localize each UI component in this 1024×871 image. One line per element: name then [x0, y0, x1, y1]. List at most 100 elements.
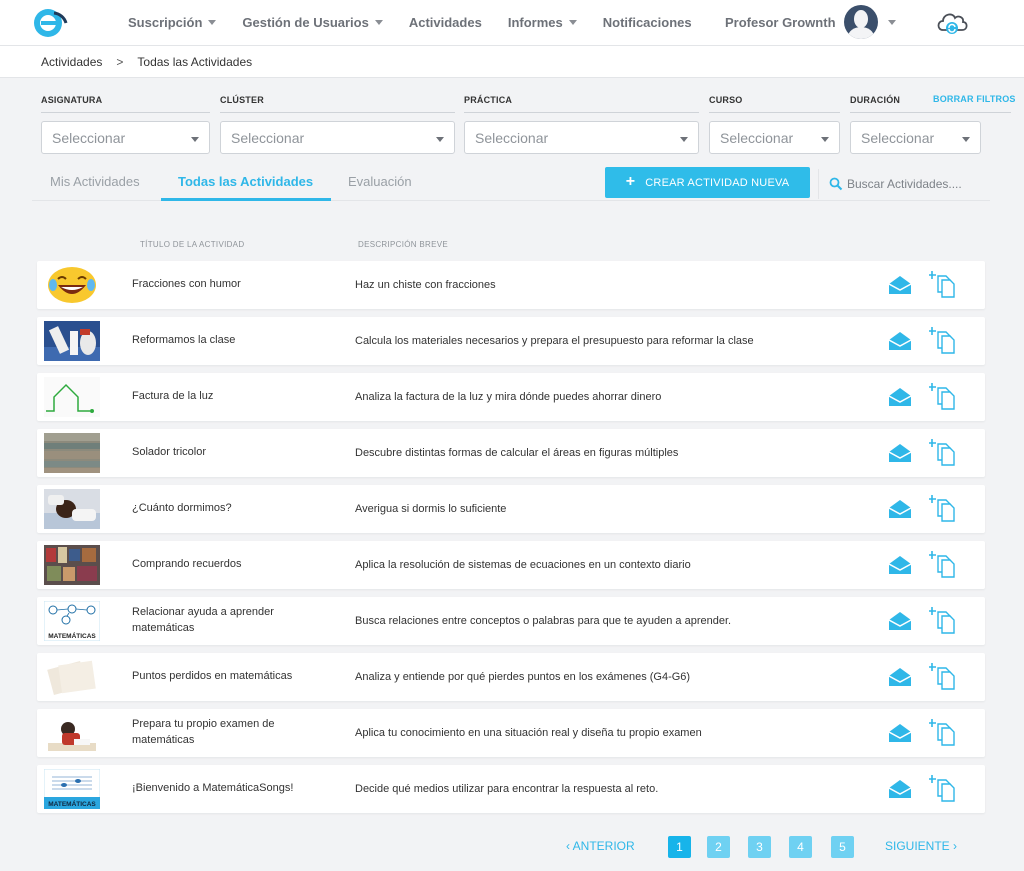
cluster-select[interactable]: Seleccionar: [220, 121, 455, 154]
duplicate-activity-icon[interactable]: [929, 494, 957, 522]
duplicate-activity-icon[interactable]: [929, 774, 957, 802]
chevron-down-icon: [962, 137, 970, 142]
nav-item-gestion-usuarios[interactable]: Gestión de Usuarios: [242, 15, 383, 30]
table-row[interactable]: MATEMÁTICAS Relacionar ayuda a aprender …: [37, 597, 985, 645]
page-button-2[interactable]: 2: [707, 836, 730, 858]
nav-item-suscripcion[interactable]: Suscripción: [128, 14, 217, 30]
table-row[interactable]: Puntos perdidos en matemáticas Analiza y…: [37, 653, 985, 701]
open-envelope-icon[interactable]: [888, 499, 912, 519]
activity-description: Descubre distintas formas de calcular el…: [355, 447, 679, 459]
duplicate-activity-icon[interactable]: [929, 606, 957, 634]
open-envelope-icon[interactable]: [888, 275, 912, 295]
duplicate-activity-icon[interactable]: [929, 662, 957, 690]
duplicate-activity-icon[interactable]: [929, 382, 957, 410]
search-icon: [829, 177, 843, 191]
top-navigation-bar: Suscripción Gestión de Usuarios Activida…: [0, 0, 1024, 46]
exam-papers-thumbnail: [44, 657, 100, 697]
duplicate-activity-icon[interactable]: [929, 270, 957, 298]
souvenirs-thumbnail: [44, 545, 100, 585]
activity-description: Busca relaciones entre conceptos o palab…: [355, 615, 732, 627]
select-value: Seleccionar: [231, 129, 305, 146]
breadcrumb-item-actividades[interactable]: Actividades: [41, 55, 102, 69]
duracion-select[interactable]: Seleccionar: [850, 121, 981, 154]
chevron-down-icon: [436, 137, 444, 142]
divider: [220, 112, 455, 113]
open-envelope-icon[interactable]: [888, 667, 912, 687]
tab-mis-actividades[interactable]: Mis Actividades: [50, 174, 140, 189]
laughing-emoji-thumbnail: [48, 267, 96, 303]
breadcrumb-separator: >: [116, 54, 124, 69]
duplicate-activity-icon[interactable]: [929, 326, 957, 354]
open-envelope-icon[interactable]: [888, 387, 912, 407]
nav-item-informes[interactable]: Informes: [508, 15, 577, 30]
breadcrumb: Actividades > Todas las Actividades: [0, 46, 1024, 78]
matematicas-diagram-thumbnail: MATEMÁTICAS: [44, 601, 100, 641]
duplicate-activity-icon[interactable]: [929, 718, 957, 746]
chevron-down-icon: [191, 137, 199, 142]
filter-label-curso: CURSO: [709, 95, 743, 105]
chevron-down-icon: [680, 137, 688, 142]
nav-item-notificaciones[interactable]: Notificaciones: [603, 15, 692, 30]
nav-label: Suscripción: [128, 14, 203, 30]
duplicate-activity-icon[interactable]: [929, 550, 957, 578]
open-envelope-icon[interactable]: [888, 443, 912, 463]
open-envelope-icon[interactable]: [888, 555, 912, 575]
table-row[interactable]: Reformamos la clase Calcula los material…: [37, 317, 985, 365]
pagination-next-button[interactable]: SIGUIENTE ›: [885, 839, 957, 853]
page-button-3[interactable]: 3: [748, 836, 771, 858]
table-row[interactable]: Prepara tu propio examen de matemáticas …: [37, 709, 985, 757]
practica-select[interactable]: Seleccionar: [464, 121, 699, 154]
activity-title: Relacionar ayuda a aprender matemáticas: [132, 606, 274, 634]
table-row[interactable]: Factura de la luz Analiza la factura de …: [37, 373, 985, 421]
sleeping-child-thumbnail: [44, 489, 100, 529]
plus-icon: +: [625, 172, 636, 190]
nav-label: Informes: [507, 14, 563, 30]
create-activity-button[interactable]: + CREAR ACTIVIDAD NUEVA: [605, 167, 810, 198]
logo-icon[interactable]: [32, 7, 68, 39]
tab-evaluacion[interactable]: Evaluación: [348, 174, 412, 189]
nav-label: Actividades: [408, 14, 482, 30]
page-button-1[interactable]: 1: [668, 836, 691, 858]
activity-list: Fracciones con humor Haz un chiste con f…: [37, 261, 985, 821]
create-activity-label: CREAR ACTIVIDAD NUEVA: [645, 176, 790, 189]
open-envelope-icon[interactable]: [888, 723, 912, 743]
page-button-4[interactable]: 4: [789, 836, 812, 858]
table-row[interactable]: ¿Cuánto dormimos? Averigua si dormis lo …: [37, 485, 985, 533]
active-tab-indicator: [161, 198, 331, 201]
user-profile-menu[interactable]: Profesor Grownth: [725, 5, 896, 39]
divider: [41, 112, 210, 113]
asignatura-select[interactable]: Seleccionar: [41, 121, 210, 154]
activity-description: Averigua si dormis lo suficiente: [355, 503, 507, 515]
nav-item-actividades[interactable]: Actividades: [409, 15, 482, 30]
tab-todas-actividades[interactable]: Todas las Actividades: [178, 174, 313, 189]
open-envelope-icon[interactable]: [888, 331, 912, 351]
select-value: Seleccionar: [720, 129, 794, 146]
table-row[interactable]: Fracciones con humor Haz un chiste con f…: [37, 261, 985, 309]
open-envelope-icon[interactable]: [888, 779, 912, 799]
filter-label-practica: PRÁCTICA: [464, 95, 513, 105]
column-header-description: DESCRIPCIÓN BREVE: [358, 240, 449, 249]
open-envelope-icon[interactable]: [888, 611, 912, 631]
chevron-down-icon: [208, 19, 217, 25]
duplicate-activity-icon[interactable]: [929, 438, 957, 466]
chevron-down-icon: [374, 19, 383, 25]
prev-label: ANTERIOR: [572, 839, 635, 853]
house-plug-thumbnail: [44, 377, 100, 417]
table-row[interactable]: MATEMÁTICAS ¡Bienvenido a MatemáticaSong…: [37, 765, 985, 813]
next-label: SIGUIENTE: [885, 839, 950, 853]
divider: [709, 112, 840, 113]
table-row[interactable]: Comprando recuerdos Aplica la resolución…: [37, 541, 985, 589]
activity-title: Comprando recuerdos: [132, 558, 242, 571]
page-button-5[interactable]: 5: [831, 836, 854, 858]
curso-select[interactable]: Seleccionar: [709, 121, 840, 154]
cloud-sync-icon[interactable]: [934, 6, 970, 38]
table-row[interactable]: Solador tricolor Descubre distintas form…: [37, 429, 985, 477]
clear-filters-link[interactable]: BORRAR FILTROS: [933, 94, 1016, 104]
activity-description: Haz un chiste con fracciones: [355, 279, 496, 291]
chevron-down-icon: [887, 19, 896, 25]
divider: [464, 112, 699, 113]
tiles-thumbnail: [44, 433, 100, 473]
search-input[interactable]: [847, 177, 987, 191]
pagination: ‹ ANTERIOR 1 2 3 4 5 SIGUIENTE ›: [0, 836, 1024, 858]
pagination-prev-button[interactable]: ‹ ANTERIOR: [566, 839, 635, 853]
